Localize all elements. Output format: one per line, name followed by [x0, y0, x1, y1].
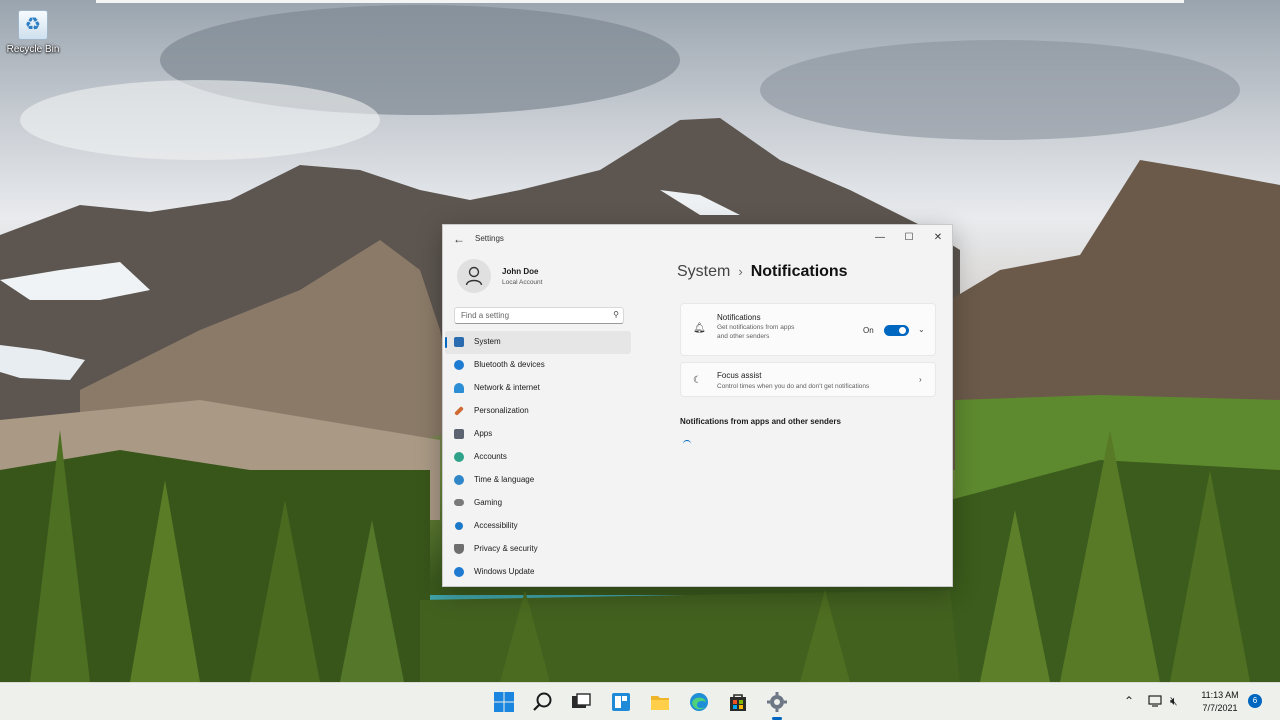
- search-icon[interactable]: [532, 691, 554, 713]
- sidebar-item-apps[interactable]: Apps: [445, 423, 631, 446]
- recycle-bin-icon: [18, 10, 48, 40]
- notification-badge[interactable]: 6: [1248, 694, 1262, 708]
- gamepad-icon: [454, 499, 464, 506]
- toggle-state-label: On: [863, 326, 874, 335]
- desktop-icon-recycle-bin[interactable]: Recycle Bin: [4, 10, 62, 55]
- system-icon: [454, 337, 464, 347]
- chevron-right-icon: ›: [919, 375, 922, 384]
- settings-window: ← Settings — ☐ ✕ John Doe Local Account …: [442, 224, 953, 587]
- globe-clock-icon: [454, 475, 464, 485]
- minimize-button[interactable]: —: [866, 228, 894, 248]
- notifications-toggle[interactable]: [884, 325, 909, 336]
- sidebar-nav: System Bluetooth & devices Network & int…: [445, 331, 631, 584]
- title-bar[interactable]: ← Settings — ☐ ✕: [443, 225, 952, 253]
- sidebar-item-gaming[interactable]: Gaming: [445, 492, 631, 515]
- account-type: Local Account: [502, 279, 543, 286]
- notifications-card[interactable]: 🔔︎ Notifications Get notifications from …: [680, 303, 936, 356]
- sidebar-item-bluetooth[interactable]: Bluetooth & devices: [445, 354, 631, 377]
- network-icon: [454, 383, 464, 393]
- chevron-down-icon[interactable]: ⌄: [918, 325, 925, 334]
- focus-assist-title: Focus assist: [717, 371, 762, 380]
- notifications-title: Notifications: [717, 313, 761, 322]
- sidebar-item-time-language[interactable]: Time & language: [445, 469, 631, 492]
- section-title: Notifications from apps and other sender…: [680, 417, 841, 426]
- volume-muted-icon[interactable]: 🔇︎: [1170, 694, 1178, 709]
- search-icon[interactable]: ⚲: [613, 310, 619, 319]
- sidebar-item-label: Bluetooth & devices: [474, 360, 545, 369]
- sidebar-item-personalization[interactable]: Personalization: [445, 400, 631, 423]
- bell-icon: 🔔︎: [693, 323, 706, 334]
- sidebar-item-windows-update[interactable]: Windows Update: [445, 561, 631, 584]
- sidebar-item-accounts[interactable]: Accounts: [445, 446, 631, 469]
- widgets-icon[interactable]: [610, 691, 632, 713]
- sidebar-item-label: Time & language: [474, 475, 535, 484]
- edge-icon[interactable]: [688, 691, 710, 713]
- apps-icon: [454, 429, 464, 439]
- brush-icon: [454, 406, 464, 416]
- sidebar-item-network[interactable]: Network & internet: [445, 377, 631, 400]
- maximize-icon: ☐: [904, 232, 914, 243]
- back-arrow-icon[interactable]: ←: [451, 232, 467, 246]
- update-icon: [454, 567, 464, 577]
- sidebar-item-label: Windows Update: [474, 567, 535, 576]
- accessibility-icon: [455, 522, 463, 530]
- sidebar-item-system[interactable]: System: [445, 331, 631, 354]
- sidebar-item-label: Accounts: [474, 452, 507, 461]
- close-icon: ✕: [933, 232, 943, 243]
- network-icon[interactable]: [1148, 695, 1162, 707]
- loading-spinner: [683, 440, 691, 448]
- close-button[interactable]: ✕: [924, 228, 952, 248]
- moon-icon: ☾: [693, 375, 702, 386]
- focus-assist-card[interactable]: ☾ Focus assist Control times when you do…: [680, 362, 936, 397]
- sidebar-item-privacy[interactable]: Privacy & security: [445, 538, 631, 561]
- task-view-icon[interactable]: [570, 691, 592, 713]
- sidebar-item-label: Gaming: [474, 498, 503, 507]
- minimize-icon: —: [875, 232, 885, 243]
- sidebar-item-accessibility[interactable]: Accessibility: [445, 515, 631, 538]
- breadcrumb: System › Notifications: [677, 263, 939, 293]
- clock[interactable]: 11:13 AM 7/7/2021: [1196, 689, 1244, 715]
- clock-time: 11:13 AM: [1201, 690, 1239, 700]
- user-icon: [465, 266, 483, 286]
- desktop-icon-label: Recycle Bin: [6, 44, 60, 55]
- top-edge-line: [96, 0, 1184, 3]
- maximize-button[interactable]: ☐: [895, 228, 923, 248]
- avatar: [457, 259, 491, 293]
- sidebar-item-label: Accessibility: [474, 521, 518, 530]
- focus-assist-description: Control times when you do and don't get …: [717, 383, 870, 390]
- sidebar-item-label: Apps: [474, 429, 493, 438]
- taskbar: ⌃ 🔇︎ 11:13 AM 7/7/2021 6: [0, 682, 1280, 720]
- show-hidden-icons-icon[interactable]: ⌃: [1124, 694, 1134, 708]
- main-content: System › Notifications 🔔︎ Notifications Ge…: [677, 263, 939, 441]
- user-profile[interactable]: John Doe Local Account: [457, 259, 637, 293]
- shield-icon: [454, 544, 464, 554]
- store-icon[interactable]: [727, 691, 749, 713]
- breadcrumb-separator: ›: [738, 264, 743, 279]
- window-title: Settings: [475, 234, 504, 243]
- user-name: John Doe: [502, 267, 539, 276]
- sidebar-item-label: Personalization: [474, 406, 529, 415]
- sidebar-item-label: System: [474, 337, 501, 346]
- start-icon[interactable]: [493, 691, 515, 713]
- sidebar-item-label: Network & internet: [474, 383, 540, 392]
- notifications-description: Get notifications from apps and other se…: [717, 324, 795, 340]
- file-explorer-icon[interactable]: [649, 691, 671, 713]
- accounts-icon: [454, 452, 464, 462]
- search-placeholder: Find a setting: [461, 311, 510, 320]
- settings-icon[interactable]: [766, 691, 788, 713]
- breadcrumb-parent[interactable]: System: [677, 263, 730, 280]
- clock-date: 7/7/2021: [1202, 703, 1238, 713]
- sidebar-item-label: Privacy & security: [474, 544, 538, 553]
- bluetooth-icon: [454, 360, 464, 370]
- page-title: Notifications: [750, 263, 848, 280]
- search-input[interactable]: Find a setting ⚲: [454, 307, 624, 324]
